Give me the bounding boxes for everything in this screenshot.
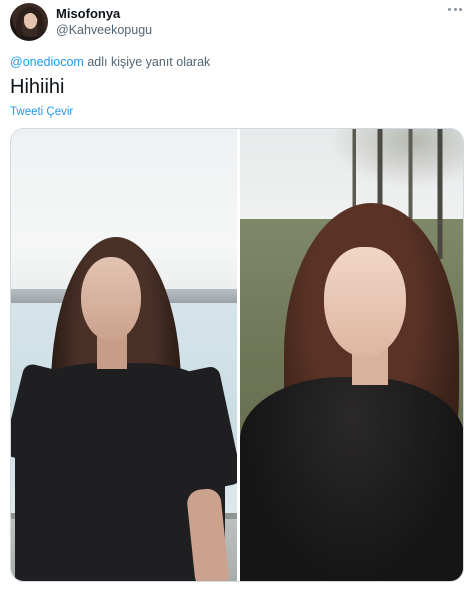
reply-mention-link[interactable]: @onediocom [10, 55, 84, 69]
tweet: Misofonya @Kahveekopugu @onediocom adlı … [0, 0, 474, 590]
avatar[interactable] [10, 3, 48, 41]
media-photo-1[interactable] [11, 129, 237, 581]
media-photo-2[interactable] [240, 129, 463, 581]
more-horizontal-icon[interactable] [446, 4, 464, 15]
display-name[interactable]: Misofonya [56, 6, 152, 21]
tweet-text: Hihiihi [10, 76, 65, 98]
avatar-face [24, 13, 37, 29]
translate-tweet-link[interactable]: Tweeti Çevir [10, 106, 73, 118]
user-handle[interactable]: @Kahveekopugu [56, 22, 152, 38]
user-info: Misofonya @Kahveekopugu [56, 6, 152, 38]
tweet-media [10, 128, 464, 582]
reply-context-text: adlı kişiye yanıt olarak [83, 55, 211, 69]
reply-context: @onediocom adlı kişiye yanıt olarak [10, 55, 210, 69]
